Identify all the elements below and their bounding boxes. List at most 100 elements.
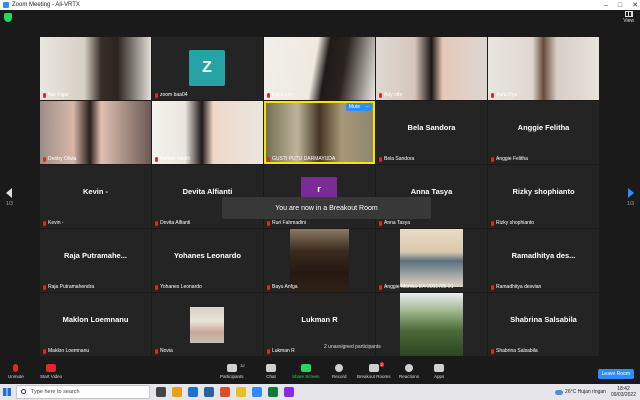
participant-name: Bayu Anfga bbox=[272, 284, 298, 290]
taskbar-app-icon[interactable] bbox=[204, 387, 214, 397]
participant-tile[interactable]: Anggie Munika-EA-2001785 01 bbox=[376, 229, 487, 292]
participant-tile[interactable]: Zzoom baa04 bbox=[152, 37, 263, 100]
next-page-button[interactable]: 1/3 bbox=[627, 188, 634, 207]
participant-tile[interactable] bbox=[376, 293, 487, 356]
share-screen-icon bbox=[300, 364, 311, 372]
taskbar-app-icon[interactable] bbox=[172, 387, 182, 397]
participant-tile[interactable]: Mute ··· GUSTI PUTU DARMAYUDA bbox=[264, 101, 375, 164]
maximize-button[interactable]: □ bbox=[618, 2, 622, 9]
breakout-room-toast: You are now in a Breakout Room bbox=[222, 197, 431, 219]
participant-name: zoom baa04 bbox=[160, 92, 188, 98]
taskbar-app-icon[interactable] bbox=[220, 387, 230, 397]
taskbar-app-icon[interactable] bbox=[156, 387, 166, 397]
participant-display-name: Rizky shophianto bbox=[512, 187, 575, 196]
participant-name-tag: Anggie Felitha bbox=[491, 156, 528, 162]
apps-label: Apps bbox=[434, 374, 445, 379]
search-icon bbox=[21, 389, 26, 394]
taskbar-app-icon[interactable] bbox=[252, 387, 262, 397]
participant-tile[interactable]: Kevin - Kevin - bbox=[40, 165, 151, 228]
muted-mic-icon bbox=[379, 220, 382, 226]
taskbar-search-input[interactable]: Type here to search bbox=[16, 385, 150, 399]
participant-name: Bela Sandora bbox=[384, 156, 415, 162]
participant-name: Kevin - bbox=[48, 220, 64, 226]
taskbar-apps bbox=[156, 387, 294, 397]
unmute-button[interactable]: Unmute bbox=[8, 364, 24, 379]
taskbar-clock[interactable]: 18:42 09/03/2022 bbox=[611, 386, 636, 398]
unassigned-participants-label: 2 unassigned participants bbox=[324, 344, 381, 350]
apps-icon bbox=[434, 364, 445, 372]
taskbar-app-icon[interactable] bbox=[284, 387, 294, 397]
participant-tile[interactable]: Debby Olivia bbox=[40, 101, 151, 164]
window-titlebar: Zoom Meeting - Ali-VRTX – □ ✕ bbox=[0, 0, 640, 10]
view-button[interactable]: View bbox=[623, 11, 634, 24]
muted-mic-icon bbox=[379, 92, 382, 98]
mute-participant-button[interactable]: Mute bbox=[345, 103, 363, 111]
prev-page-button[interactable]: 1/3 bbox=[6, 188, 13, 207]
participant-tile[interactable]: Shabrina Salsabila Shabrina Salsabila bbox=[488, 293, 599, 356]
reactions-icon bbox=[405, 364, 413, 372]
muted-mic-icon bbox=[491, 220, 494, 226]
participant-name: Debby Olivia bbox=[48, 156, 77, 162]
breakout-rooms-label: Breakout Rooms bbox=[357, 374, 391, 379]
participant-tile[interactable]: Novia bbox=[152, 293, 263, 356]
record-button[interactable]: Record bbox=[332, 364, 347, 379]
participant-name-tag: Aura Dya bbox=[491, 92, 517, 98]
participant-tile[interactable]: Ady otto bbox=[376, 37, 487, 100]
participant-display-name: Raja Putramahe... bbox=[64, 251, 127, 260]
participant-tile[interactable]: Nur Fajar bbox=[40, 37, 151, 100]
participant-name-tag: Bayu Anfga bbox=[267, 284, 298, 290]
muted-mic-icon bbox=[155, 156, 158, 162]
participant-name: GUSTI PUTU DARMAYUDA bbox=[272, 156, 336, 162]
taskbar-app-icon[interactable] bbox=[188, 387, 198, 397]
record-label: Record bbox=[332, 374, 347, 379]
participants-button[interactable]: 32 Participants bbox=[220, 363, 245, 379]
participant-name-tag: Anna Tasya bbox=[379, 220, 410, 226]
taskbar-app-icon[interactable] bbox=[236, 387, 246, 397]
start-video-button[interactable]: Start Video bbox=[40, 364, 62, 379]
chat-button[interactable]: Chat bbox=[266, 364, 276, 379]
breakout-badge: 2 bbox=[379, 362, 384, 367]
participant-tile[interactable]: Yohanes Leonardo Yohanes Leonardo bbox=[152, 229, 263, 292]
breakout-rooms-button[interactable]: 2 Breakout Rooms bbox=[357, 362, 391, 379]
participant-name-tag: Yohanes Leonardo bbox=[155, 284, 202, 290]
minimize-button[interactable]: – bbox=[604, 2, 608, 9]
muted-mic-icon bbox=[43, 348, 46, 354]
participant-name: Maklon Loemnanu bbox=[48, 348, 90, 354]
weather-widget[interactable]: 26°C Hujan ringan bbox=[555, 389, 606, 395]
participant-tile[interactable]: Rizky shophianto Rizky shophianto bbox=[488, 165, 599, 228]
taskbar-app-icon[interactable] bbox=[268, 387, 278, 397]
page-indicator-right: 1/3 bbox=[627, 201, 634, 207]
view-label: View bbox=[623, 18, 634, 24]
participant-display-name: Shabrina Salsabila bbox=[510, 315, 577, 324]
record-icon bbox=[335, 364, 344, 372]
apps-button[interactable]: Apps bbox=[434, 364, 444, 379]
more-options-button[interactable]: ··· bbox=[363, 103, 372, 111]
participant-tile[interactable]: Anggie Felitha Anggie Felitha bbox=[488, 101, 599, 164]
participant-name: Nur Fajar bbox=[48, 92, 69, 98]
participant-tile[interactable]: Raja Putramahe... Raja Putramahendra bbox=[40, 229, 151, 292]
close-button[interactable]: ✕ bbox=[632, 1, 638, 9]
participant-name: Erica Lim bbox=[272, 92, 293, 98]
leave-room-button[interactable]: Leave Room bbox=[597, 369, 634, 379]
reactions-button[interactable]: Reactions bbox=[399, 364, 419, 379]
participant-tile[interactable]: Aura Dya bbox=[488, 37, 599, 100]
participant-tile[interactable]: Bayu Anfga bbox=[264, 229, 375, 292]
system-tray: 26°C Hujan ringan 18:42 09/03/2022 bbox=[555, 386, 636, 398]
participant-name-tag: Debby Olivia bbox=[43, 156, 76, 162]
muted-mic-icon bbox=[267, 220, 270, 226]
muted-mic-icon bbox=[155, 220, 158, 226]
participant-name: Anggie Munika-EA-2001785 01 bbox=[384, 284, 454, 290]
participant-name-tag: Ady otto bbox=[379, 92, 402, 98]
participant-tile[interactable]: Bela Sandora Bela Sandora bbox=[376, 101, 487, 164]
muted-mic-icon bbox=[267, 156, 270, 162]
participant-tile[interactable]: Hafilah Nadifi bbox=[152, 101, 263, 164]
security-shield-icon[interactable] bbox=[4, 13, 12, 22]
breakout-rooms-icon: 2 bbox=[368, 362, 384, 372]
participant-tile[interactable]: Ramadhitya des... Ramadhitya desvian bbox=[488, 229, 599, 292]
participant-tile[interactable]: Maklon Loemnanu Maklon Loemnanu bbox=[40, 293, 151, 356]
participant-display-name: Devita Alfianti bbox=[182, 187, 233, 196]
participant-name-tag: Kevin - bbox=[43, 220, 64, 226]
windows-start-icon[interactable] bbox=[3, 388, 11, 396]
share-screen-button[interactable]: Share Screen bbox=[292, 364, 320, 379]
participant-tile[interactable]: Erica Lim bbox=[264, 37, 375, 100]
